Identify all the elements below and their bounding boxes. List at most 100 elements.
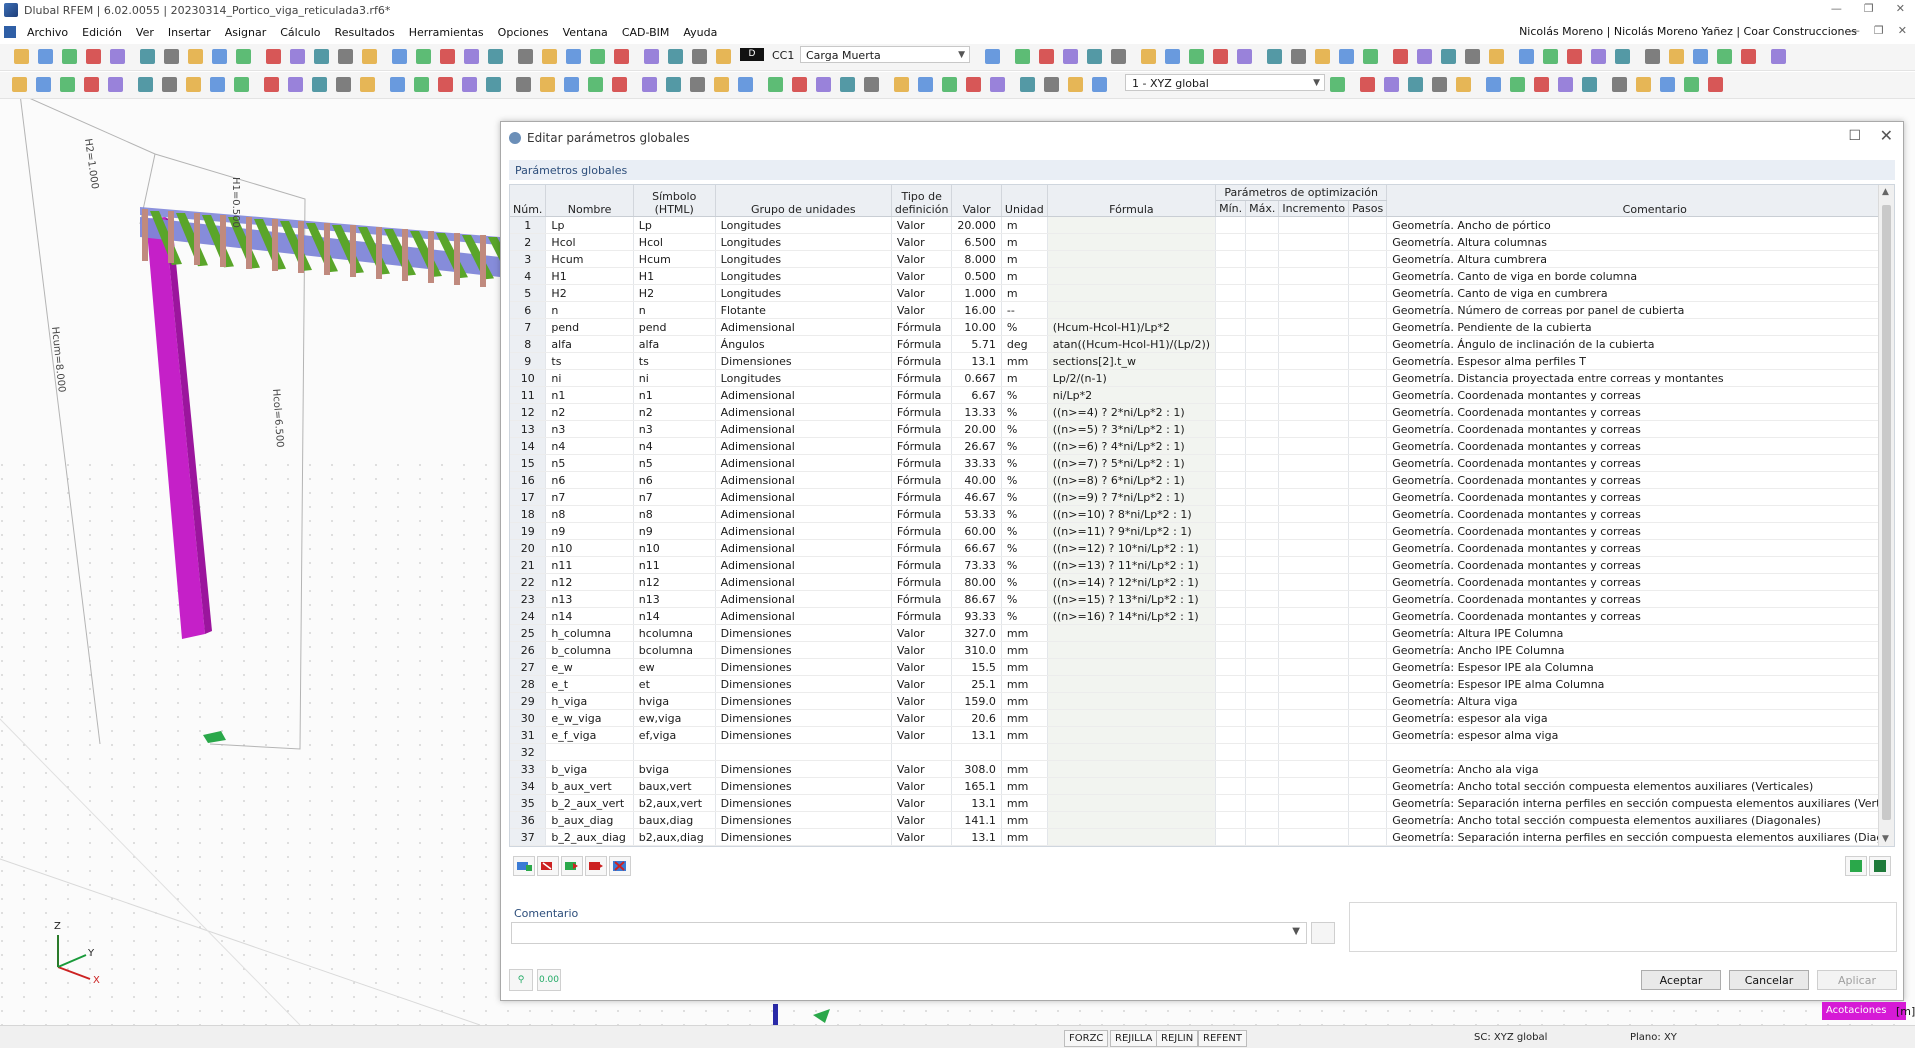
toolbar-tool-icon[interactable] (438, 77, 453, 92)
table-row[interactable]: 34 b_aux_vert baux,vert Dimensiones Valor 165… (510, 777, 1894, 795)
cell-grupo[interactable]: Adimensional (715, 420, 892, 438)
cell-nombre[interactable]: Lp (545, 216, 634, 234)
cell-comentario[interactable]: Geometría: Ancho ala viga (1386, 760, 1894, 778)
cell-comentario[interactable] (1386, 743, 1894, 761)
cell-max[interactable] (1245, 539, 1280, 557)
cell-pasos[interactable] (1348, 284, 1388, 302)
table-row[interactable]: 4 H1 H1 Longitudes Valor 0.500 m Geometría. Can… (510, 267, 1894, 285)
table-row[interactable]: 5 H2 H2 Longitudes Valor 1.000 m Geometría. Can… (510, 284, 1894, 302)
toolbar-tool-icon[interactable] (212, 49, 227, 64)
cell-nombre[interactable]: n1 (545, 386, 634, 404)
cell-comentario[interactable]: Geometría. Pendiente de la cubierta (1386, 318, 1894, 336)
accept-button[interactable]: Aceptar (1641, 970, 1721, 990)
col-valor[interactable]: Valor (951, 185, 1002, 217)
cell-grupo[interactable]: Adimensional (715, 454, 892, 472)
table-row[interactable]: 22 n12 n12 Adimensional Fórmula 80.00% ((n>=14… (510, 573, 1894, 591)
table-row[interactable]: 26 b_columna bcolumna Dimensiones Valor 310.0… (510, 641, 1894, 659)
toolbar-tool-icon[interactable] (1330, 77, 1345, 92)
cell-min[interactable] (1215, 726, 1247, 744)
cell-unidad[interactable]: mm (1001, 658, 1048, 676)
toolbar-tool-icon[interactable] (1591, 49, 1606, 64)
cell-grupo[interactable]: Adimensional (715, 556, 892, 574)
cell-pasos[interactable] (1348, 488, 1388, 506)
table-row[interactable]: 11 n1 n1 Adimensional Fórmula 6.67% ni/Lp*2 Geo… (510, 386, 1894, 404)
menu-asignar[interactable]: Asignar (218, 26, 274, 39)
toolbar-tool-icon[interactable] (918, 77, 933, 92)
toolbar-tool-icon[interactable] (966, 77, 981, 92)
loadcase-select[interactable]: Carga Muerta ▼ (800, 46, 970, 63)
toolbar-tool-icon[interactable] (1315, 49, 1330, 64)
cell-nombre[interactable]: n2 (545, 403, 634, 421)
cell-pasos[interactable] (1348, 811, 1388, 829)
cell-incremento[interactable] (1278, 624, 1350, 642)
table-row[interactable]: 9 ts ts Dimensiones Fórmula 13.1 mm sections[2]… (510, 352, 1894, 370)
cell-comentario[interactable]: Geometría: Altura viga (1386, 692, 1894, 710)
cell-valor[interactable]: 26.67 (951, 437, 1002, 455)
cell-incremento[interactable] (1278, 726, 1350, 744)
cell-incremento[interactable] (1278, 369, 1350, 387)
cell-pasos[interactable] (1348, 624, 1388, 642)
cell-valor[interactable]: 0.500 (951, 267, 1002, 285)
toolbar-tool-icon[interactable] (110, 49, 125, 64)
cell-pasos[interactable] (1348, 675, 1388, 693)
menu-ventana[interactable]: Ventana (556, 26, 615, 39)
cell-grupo[interactable]: Longitudes (715, 369, 892, 387)
cell-pasos[interactable] (1348, 505, 1388, 523)
cell-simbolo[interactable]: n7 (633, 488, 716, 506)
cell-min[interactable] (1215, 216, 1247, 234)
cell-valor[interactable]: 308.0 (951, 760, 1002, 778)
cell-grupo[interactable]: Dimensiones (715, 709, 892, 727)
col-formula[interactable]: Fórmula (1047, 185, 1217, 217)
cell-nombre[interactable]: n (545, 301, 634, 319)
toggle-rejilla[interactable]: REJILLA (1110, 1030, 1158, 1047)
cell-formula[interactable] (1047, 760, 1217, 778)
cell-simbolo[interactable]: cargaviva (633, 845, 716, 846)
table-row[interactable]: 27 e_w ew Dimensiones Valor 15.5 mm Geometría: … (510, 658, 1894, 676)
cell-tipo[interactable]: Valor (891, 658, 953, 676)
toolbar-tool-icon[interactable] (14, 49, 29, 64)
cell-min[interactable] (1215, 335, 1247, 353)
cell-min[interactable] (1215, 777, 1247, 795)
cell-valor[interactable]: 86.67 (951, 590, 1002, 608)
cell-valor[interactable]: 1.000 (951, 284, 1002, 302)
cell-comentario[interactable]: Geometría: Separación interna perfiles e… (1386, 794, 1894, 812)
toolbar-tool-icon[interactable] (234, 77, 249, 92)
cell-nombre[interactable]: n4 (545, 437, 634, 455)
cell-simbolo[interactable]: Hcol (633, 233, 716, 251)
cell-formula[interactable] (1047, 828, 1217, 846)
cell-nombre[interactable]: H1 (545, 267, 634, 285)
cell-incremento[interactable] (1278, 471, 1350, 489)
toolbar-tool-icon[interactable] (162, 77, 177, 92)
truss-post[interactable] (324, 223, 330, 275)
cell-min[interactable] (1215, 488, 1247, 506)
table-row[interactable]: 18 n8 n8 Adimensional Fórmula 53.33% ((n>=10) … (510, 505, 1894, 523)
cell-incremento[interactable] (1278, 692, 1350, 710)
toolbar-tool-icon[interactable] (566, 49, 581, 64)
cell-simbolo[interactable]: n13 (633, 590, 716, 608)
toolbar-tool-icon[interactable] (990, 77, 1005, 92)
cell-min[interactable] (1215, 624, 1247, 642)
cell-incremento[interactable] (1278, 556, 1350, 574)
cell-unidad[interactable]: mm (1001, 624, 1048, 642)
cell-max[interactable] (1245, 726, 1280, 744)
cell-min[interactable] (1215, 709, 1247, 727)
toolbar-tool-icon[interactable] (714, 77, 729, 92)
cell-formula[interactable]: Lp/2/(n-1) (1047, 369, 1217, 387)
cell-nombre[interactable]: Hcum (545, 250, 634, 268)
cell-grupo[interactable]: Dimensiones (715, 641, 892, 659)
cell-nombre[interactable]: n12 (545, 573, 634, 591)
export-excel-icon[interactable] (1869, 856, 1891, 876)
cell-incremento[interactable] (1278, 284, 1350, 302)
truss-post[interactable] (350, 225, 356, 277)
cell-min[interactable] (1215, 250, 1247, 268)
truss-post[interactable] (194, 213, 200, 265)
cell-grupo[interactable]: Dimensiones (715, 692, 892, 710)
toolbar-tool-icon[interactable] (288, 77, 303, 92)
cell-valor[interactable]: 20.6 (951, 709, 1002, 727)
cancel-button[interactable]: Cancelar (1729, 970, 1809, 990)
cell-comentario[interactable]: Geometría. Altura cumbrera (1386, 250, 1894, 268)
cell-formula[interactable]: ((n>=6) ? 4*ni/Lp*2 : 1) (1047, 437, 1217, 455)
cell-comentario[interactable]: Geometría. Coordenada montantes y correa… (1386, 556, 1894, 574)
cell-tipo[interactable]: Valor (891, 811, 953, 829)
cell-comentario[interactable]: Geometría. Coordenada montantes y correa… (1386, 607, 1894, 625)
